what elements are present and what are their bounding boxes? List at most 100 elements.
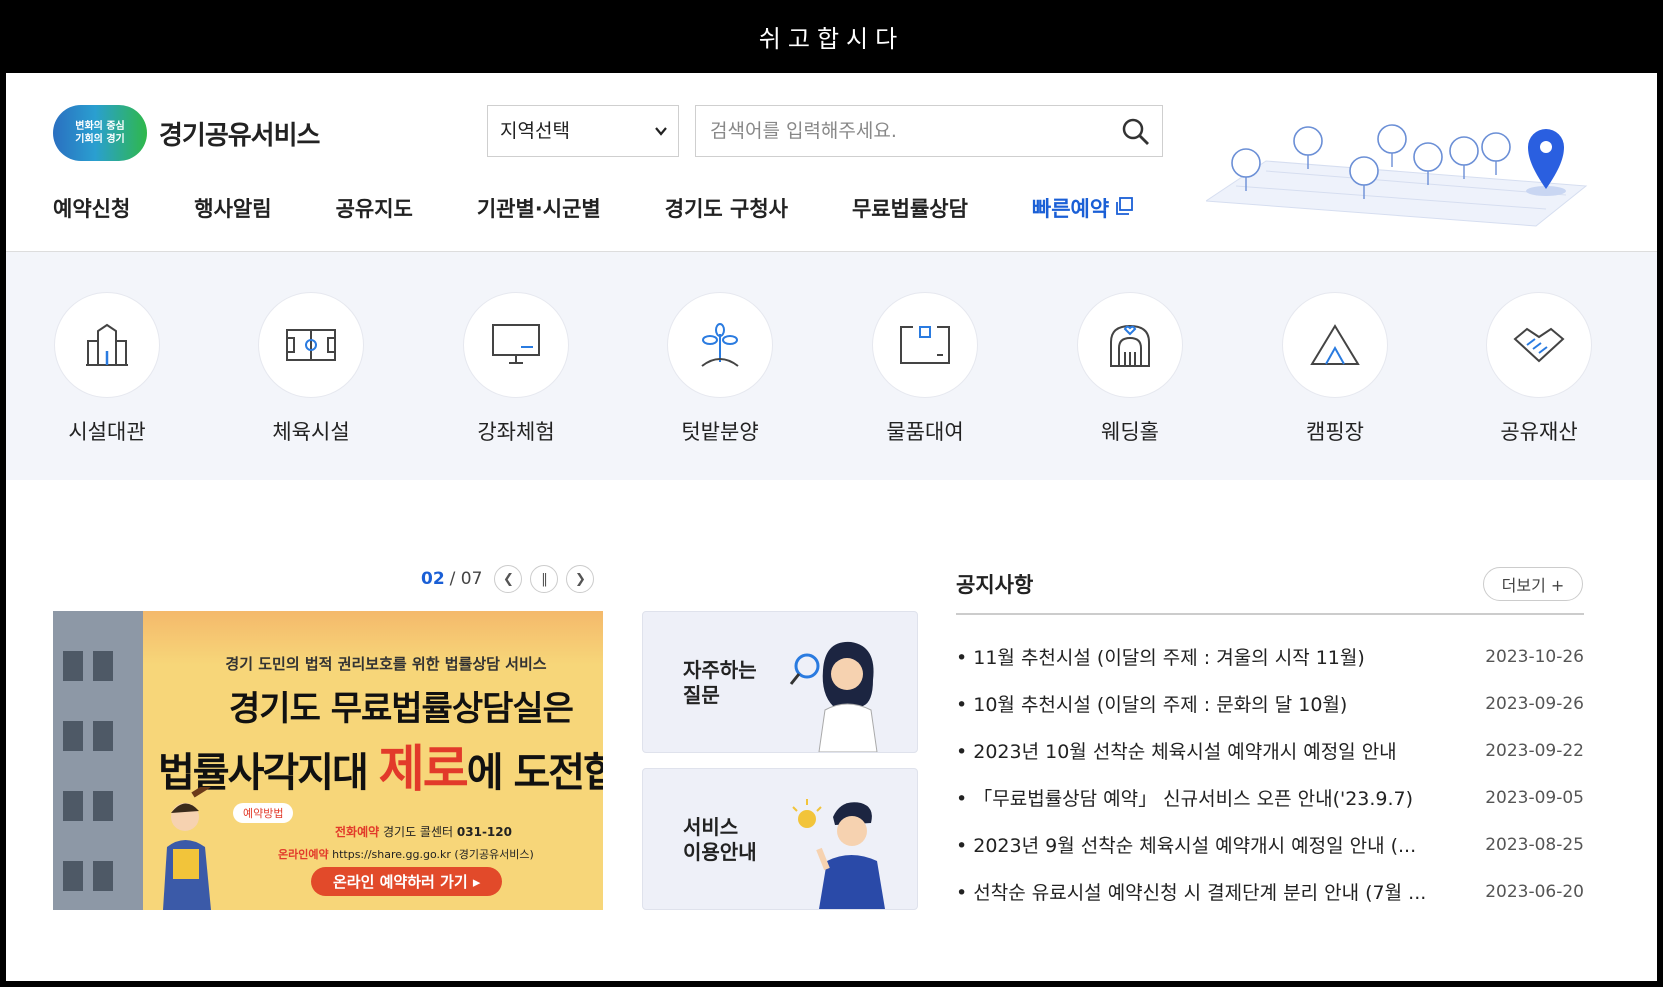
online-url: https://share.gg.go.kr bbox=[332, 848, 451, 861]
field-icon bbox=[258, 292, 364, 398]
next-arrow-icon[interactable]: ❯ bbox=[566, 565, 595, 593]
notice-item[interactable]: 「무료법률상담 예약」 신규서비스 오픈 안내('23.9.7) 2023-09-… bbox=[956, 774, 1584, 821]
nav-legal-consult[interactable]: 무료법률상담 bbox=[852, 193, 968, 223]
category-camping[interactable]: 캠핑장 bbox=[1255, 292, 1415, 446]
phone-label: 전화예약 bbox=[335, 825, 380, 839]
notice-divider bbox=[956, 613, 1584, 615]
guide-card[interactable]: 서비스 이용안내 bbox=[642, 768, 918, 910]
banner-cta-button[interactable]: 온라인 예약하러 가기 ▸ bbox=[311, 867, 503, 896]
search-input[interactable] bbox=[696, 106, 1112, 156]
nav-reservation[interactable]: 예약신청 bbox=[53, 193, 130, 223]
faq-card[interactable]: 자주하는 질문 bbox=[642, 611, 918, 753]
category-rental[interactable]: 물품대여 bbox=[845, 292, 1005, 446]
promo-banner[interactable]: 경기 도민의 법적 권리보호를 위한 법률상담 서비스 경기도 무료법률상담실은… bbox=[53, 611, 603, 910]
online-label: 온라인예약 bbox=[278, 848, 329, 861]
logo-badge: 변화의 중심 기회의 경기 bbox=[53, 105, 147, 161]
page: 변화의 중심 기회의 경기 경기공유서비스 지역선택 검색어를 입력해주세요. … bbox=[6, 73, 1657, 981]
monitor-icon bbox=[463, 292, 569, 398]
pause-icon[interactable]: ‖ bbox=[530, 565, 559, 593]
banner-current-index: 02 bbox=[421, 569, 445, 589]
notice-item[interactable]: 10월 추천시설 (이달의 주제 : 문화의 달 10월) 2023-09-26 bbox=[956, 680, 1584, 727]
building-icon bbox=[54, 292, 160, 398]
nav-old-office[interactable]: 경기도 구청사 bbox=[665, 193, 788, 223]
guide-line1: 서비스 bbox=[683, 815, 739, 839]
notice-item[interactable]: 2023년 10월 선착순 체육시설 예약개시 예정일 안내 2023-09-22 bbox=[956, 727, 1584, 774]
nav-share-map[interactable]: 공유지도 bbox=[336, 193, 413, 223]
notice-date: 2023-08-25 bbox=[1485, 834, 1584, 855]
notice-item[interactable]: 선착순 유료시설 예약신청 시 결제단계 분리 안내 (7월 ... 2023-0… bbox=[956, 868, 1584, 915]
search-box bbox=[695, 105, 1163, 157]
region-select[interactable]: 지역선택 bbox=[487, 105, 679, 157]
category-facility[interactable]: 시설대관 bbox=[27, 292, 187, 446]
notice-date: 2023-09-22 bbox=[1485, 740, 1584, 761]
category-label: 텃밭분양 bbox=[681, 420, 759, 444]
banner-tag: 예약방법 bbox=[233, 803, 294, 823]
person-illustration bbox=[163, 787, 211, 910]
banner-headline-2b: 제로 bbox=[378, 740, 469, 798]
category-property[interactable]: 공유재산 bbox=[1459, 292, 1619, 446]
notice-text: 10월 추천시설 (이달의 주제 : 문화의 달 10월) bbox=[956, 690, 1456, 717]
banner-phone-info: 전화예약 경기도 콜센터 031-120 bbox=[335, 823, 512, 840]
faq-card-text: 자주하는 질문 bbox=[683, 658, 783, 708]
faq-woman-illustration bbox=[789, 641, 878, 752]
notice-title: 공지사항 bbox=[956, 573, 1034, 597]
category-class[interactable]: 강좌체험 bbox=[436, 292, 596, 446]
category-label: 캠핑장 bbox=[1306, 420, 1364, 444]
prev-arrow-icon[interactable]: ❮ bbox=[494, 565, 523, 593]
search-icon[interactable] bbox=[1120, 116, 1152, 148]
notice-more-button[interactable]: 더보기 + bbox=[1483, 567, 1583, 601]
faq-line1: 자주하는 bbox=[683, 658, 757, 682]
nav-by-agency[interactable]: 기관별·시군별 bbox=[477, 193, 601, 223]
category-garden[interactable]: 텃밭분양 bbox=[640, 292, 800, 446]
logo-badge-line1: 변화의 중심 bbox=[75, 121, 125, 132]
category-label: 체육시설 bbox=[272, 420, 350, 444]
building-photo bbox=[53, 611, 143, 910]
phone-text: 경기도 콜센터 bbox=[383, 825, 454, 839]
notice-date: 2023-09-05 bbox=[1485, 787, 1584, 808]
notice-list: 11월 추천시설 (이달의 주제 : 겨울의 시작 11월) 2023-10-26… bbox=[956, 633, 1584, 915]
banner-headline-2c: 에 도전합 bbox=[466, 750, 603, 796]
category-label: 공유재산 bbox=[1500, 420, 1578, 444]
nav-quick-reservation-label: 빠른예약 bbox=[1031, 197, 1110, 221]
box-icon bbox=[872, 292, 978, 398]
guide-man-illustration bbox=[792, 799, 885, 909]
category-label: 강좌체험 bbox=[477, 420, 555, 444]
main-nav: 예약신청 행사알림 공유지도 기관별·시군별 경기도 구청사 무료법률상담 빠른… bbox=[53, 193, 1134, 223]
category-label: 시설대관 bbox=[68, 420, 146, 444]
notice-item[interactable]: 11월 추천시설 (이달의 주제 : 겨울의 시작 11월) 2023-10-26 bbox=[956, 633, 1584, 680]
category-sports[interactable]: 체육시설 bbox=[231, 292, 391, 446]
notice-text: 2023년 10월 선착순 체육시설 예약개시 예정일 안내 bbox=[956, 737, 1456, 764]
notice-item[interactable]: 2023년 9월 선착순 체육시설 예약개시 예정일 안내 (... 2023-0… bbox=[956, 821, 1584, 868]
wedding-icon bbox=[1077, 292, 1183, 398]
guide-line2: 이용안내 bbox=[683, 840, 757, 864]
category-label: 웨딩홀 bbox=[1101, 420, 1159, 444]
faq-line2: 질문 bbox=[683, 683, 720, 707]
logo-name: 경기공유서비스 bbox=[159, 120, 320, 151]
nav-quick-reservation[interactable]: 빠른예약 bbox=[1031, 193, 1134, 223]
notice-text: 선착순 유료시설 예약신청 시 결제단계 분리 안내 (7월 ... bbox=[956, 878, 1456, 905]
banner-subtitle: 경기 도민의 법적 권리보호를 위한 법률상담 서비스 bbox=[225, 655, 547, 673]
phone-number: 031-120 bbox=[456, 825, 512, 839]
banner-headline-2: 법률사각지대 제로에 도전합 bbox=[158, 729, 603, 801]
chevron-down-icon bbox=[654, 106, 668, 177]
map-illustration bbox=[1204, 91, 1606, 231]
notice-date: 2023-09-26 bbox=[1485, 693, 1584, 714]
category-label: 물품대여 bbox=[886, 420, 964, 444]
category-band: 시설대관 체육시설 강좌체험 텃밭분양 물품대여 웨딩홀 캠핑장 공유재산 bbox=[6, 252, 1657, 480]
banner-headline: 경기도 무료법률상담실은 bbox=[229, 689, 574, 729]
notice-date: 2023-10-26 bbox=[1485, 646, 1584, 667]
notice-date: 2023-06-20 bbox=[1485, 881, 1584, 902]
category-wedding[interactable]: 웨딩홀 bbox=[1050, 292, 1210, 446]
new-window-icon bbox=[1115, 196, 1134, 220]
notice-text: 11월 추천시설 (이달의 주제 : 겨울의 시작 11월) bbox=[956, 643, 1456, 670]
notice-text: 2023년 9월 선착순 체육시설 예약개시 예정일 안내 (... bbox=[956, 831, 1456, 858]
sprout-icon bbox=[667, 292, 773, 398]
site-logo[interactable]: 변화의 중심 기회의 경기 경기공유서비스 bbox=[53, 105, 320, 161]
handshake-icon bbox=[1486, 292, 1592, 398]
banner-online-info: 온라인예약 https://share.gg.go.kr (경기공유서비스) bbox=[278, 846, 534, 862]
window-title: 쉬고합시다 bbox=[0, 0, 1663, 73]
notice-text: 「무료법률상담 예약」 신규서비스 오픈 안내('23.9.7) bbox=[956, 784, 1456, 811]
guide-card-text: 서비스 이용안내 bbox=[683, 815, 783, 865]
nav-events[interactable]: 행사알림 bbox=[194, 193, 271, 223]
tent-icon bbox=[1282, 292, 1388, 398]
